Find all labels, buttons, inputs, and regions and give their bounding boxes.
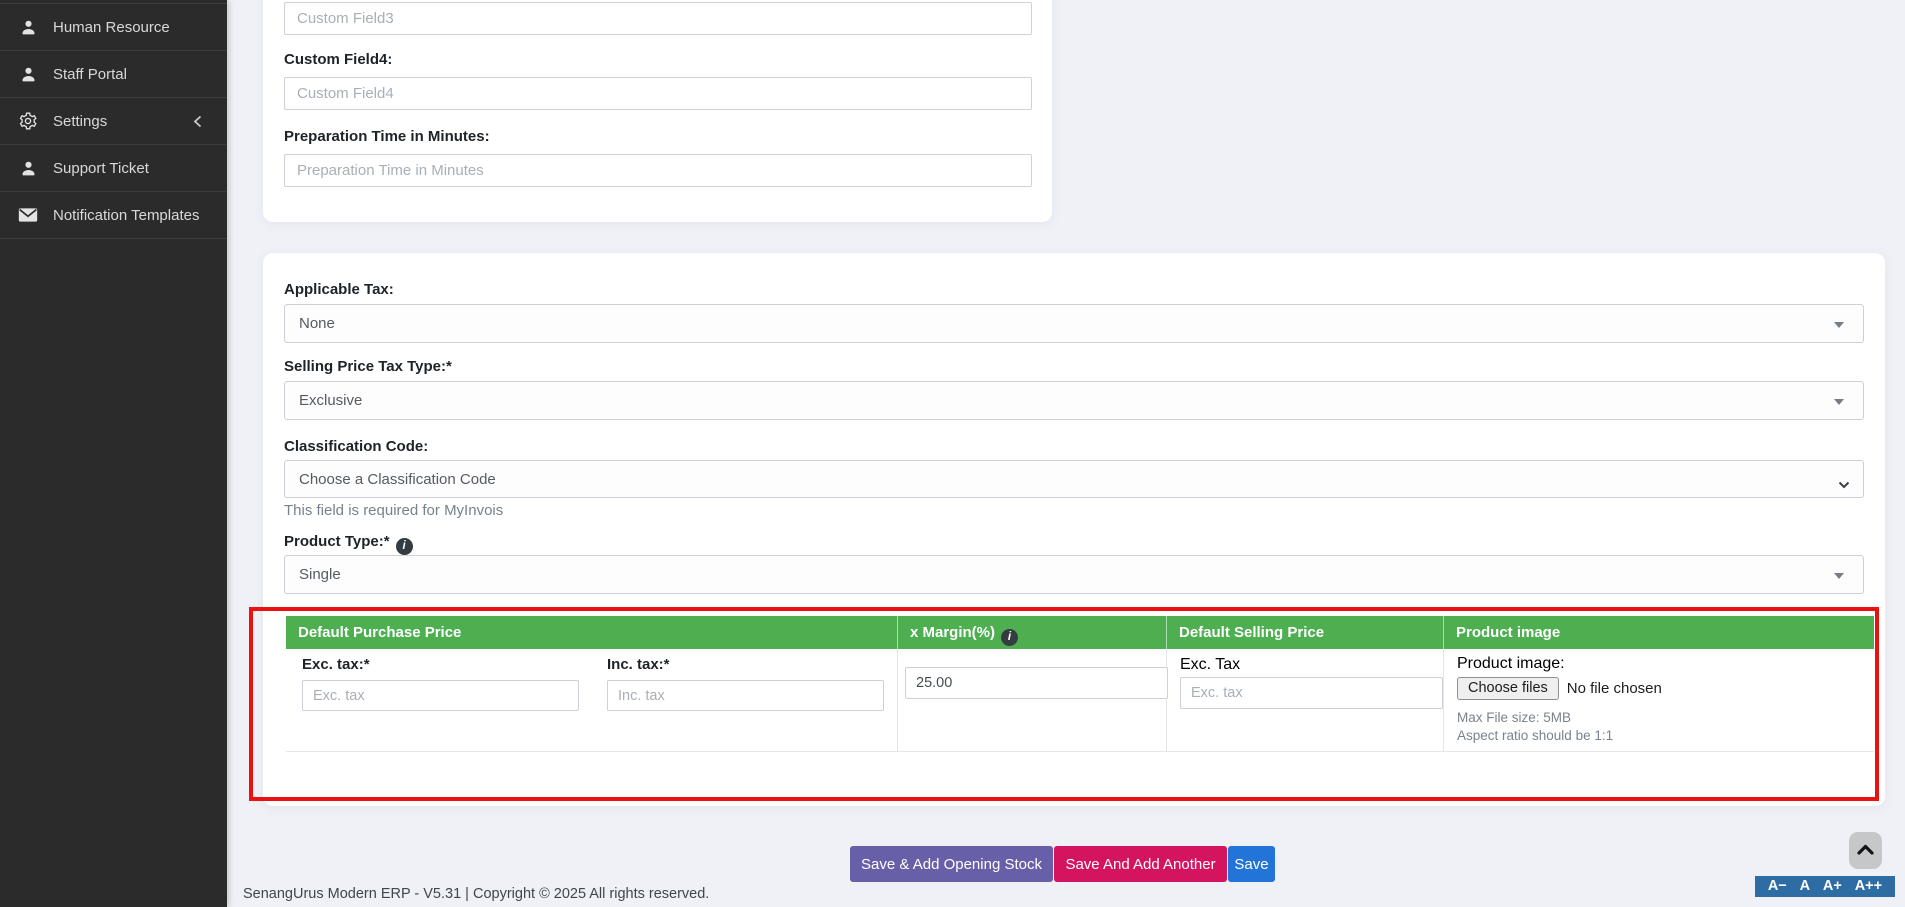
chevron-up-icon xyxy=(1857,843,1874,858)
product-type-label-text: Product Type:* xyxy=(284,533,390,550)
header-default-selling-price: Default Selling Price xyxy=(1167,616,1444,649)
custom-fields-card: Custom Field4: Preparation Time in Minut… xyxy=(263,0,1052,222)
selling-price-tax-type-select[interactable]: Exclusive xyxy=(284,381,1864,420)
header-margin-text: x Margin(%) xyxy=(910,624,995,641)
applicable-tax-label: Applicable Tax: xyxy=(284,281,394,298)
pricing-table-row: Exc. tax:* Inc. tax:* Exc. Tax xyxy=(286,649,1874,752)
purchase-exc-tax-label: Exc. tax:* xyxy=(302,656,579,673)
save-add-opening-stock-button[interactable]: Save & Add Opening Stock xyxy=(850,846,1053,882)
font-size-controls: A− A A+ A++ xyxy=(1755,876,1895,897)
classification-code-value: Choose a Classification Code xyxy=(299,471,496,488)
tax-pricing-card: Applicable Tax: None Selling Price Tax T… xyxy=(263,253,1885,806)
sidebar: Human Resource Staff Portal Settings Sup… xyxy=(0,0,227,907)
sidebar-item-label: Notification Templates xyxy=(53,207,199,224)
margin-cell xyxy=(898,649,1167,751)
envelope-icon xyxy=(18,205,38,225)
custom-field4-input[interactable] xyxy=(284,77,1032,110)
preparation-time-label: Preparation Time in Minutes: xyxy=(284,128,490,145)
save-and-add-another-button[interactable]: Save And Add Another xyxy=(1054,846,1227,882)
custom-field4-label: Custom Field4: xyxy=(284,51,392,68)
product-image-cell: Product image: Choose files No file chos… xyxy=(1444,649,1874,751)
selling-exc-tax-input[interactable] xyxy=(1180,677,1443,709)
sidebar-item-label: Settings xyxy=(53,113,107,130)
product-type-label: Product Type:* i xyxy=(284,533,413,555)
file-size-note: Max File size: 5MB xyxy=(1457,710,1571,725)
selling-exc-tax-label: Exc. Tax xyxy=(1180,656,1240,674)
chevron-down-icon xyxy=(1838,476,1850,493)
applicable-tax-value: None xyxy=(299,315,335,332)
sidebar-item-label: Support Ticket xyxy=(53,160,149,177)
applicable-tax-select[interactable]: None xyxy=(284,304,1864,343)
purchase-price-cell: Exc. tax:* Inc. tax:* xyxy=(286,649,898,751)
aspect-ratio-note: Aspect ratio should be 1:1 xyxy=(1457,728,1613,743)
sidebar-item-support-ticket[interactable]: Support Ticket xyxy=(0,145,227,192)
dropdown-arrow-icon xyxy=(1834,399,1844,405)
gear-icon xyxy=(18,111,38,131)
selling-price-tax-type-label: Selling Price Tax Type:* xyxy=(284,358,452,375)
purchase-inc-tax-group: Inc. tax:* xyxy=(607,656,884,711)
header-default-purchase-price: Default Purchase Price xyxy=(286,616,898,649)
sidebar-item-human-resource[interactable]: Human Resource xyxy=(0,4,227,51)
person-icon xyxy=(18,158,38,178)
sidebar-item-settings[interactable]: Settings xyxy=(0,98,227,145)
font-size-increase-button[interactable]: A+ xyxy=(1823,876,1842,897)
classification-code-label: Classification Code: xyxy=(284,438,428,455)
purchase-exc-tax-input[interactable] xyxy=(302,680,579,711)
header-margin: x Margin(%) i xyxy=(898,616,1167,649)
selling-price-cell: Exc. Tax xyxy=(1167,649,1444,751)
choose-files-button[interactable]: Choose files xyxy=(1457,677,1559,700)
classification-code-select[interactable]: Choose a Classification Code xyxy=(284,460,1864,498)
sidebar-menu: Human Resource Staff Portal Settings Sup… xyxy=(0,3,227,239)
no-file-chosen-text: No file chosen xyxy=(1567,680,1662,697)
product-image-file-input: Choose files No file chosen xyxy=(1457,677,1662,700)
info-icon[interactable]: i xyxy=(1001,629,1018,646)
purchase-inc-tax-label: Inc. tax:* xyxy=(607,656,884,673)
font-size-normal-button[interactable]: A xyxy=(1800,876,1810,897)
dropdown-arrow-icon xyxy=(1834,573,1844,579)
product-type-select[interactable]: Single xyxy=(284,555,1864,594)
save-button[interactable]: Save xyxy=(1228,846,1275,882)
sidebar-item-notification-templates[interactable]: Notification Templates xyxy=(0,192,227,239)
margin-input[interactable] xyxy=(905,667,1168,699)
preparation-time-input[interactable] xyxy=(284,154,1032,187)
footer-copyright: SenangUrus Modern ERP - V5.31 | Copyrigh… xyxy=(243,886,709,902)
info-icon[interactable]: i xyxy=(396,538,413,555)
custom-field3-input[interactable] xyxy=(284,2,1032,35)
sidebar-item-label: Staff Portal xyxy=(53,66,127,83)
classification-code-help: This field is required for MyInvois xyxy=(284,502,503,519)
scroll-to-top-button[interactable] xyxy=(1849,832,1882,869)
page: { "sidebar": { "items": [ { "label": "Hu… xyxy=(0,0,1905,907)
header-product-image: Product image xyxy=(1444,616,1874,649)
person-icon xyxy=(18,64,38,84)
dropdown-arrow-icon xyxy=(1834,322,1844,328)
product-image-label: Product image: xyxy=(1457,655,1565,673)
font-size-decrease-button[interactable]: A− xyxy=(1768,876,1787,897)
pricing-highlight-box: Default Purchase Price x Margin(%) i Defa… xyxy=(249,607,1879,801)
sidebar-item-staff-portal[interactable]: Staff Portal xyxy=(0,51,227,98)
purchase-exc-tax-group: Exc. tax:* xyxy=(302,656,579,711)
font-size-increase-more-button[interactable]: A++ xyxy=(1855,876,1882,897)
pricing-table: Default Purchase Price x Margin(%) i Defa… xyxy=(286,616,1874,752)
person-icon xyxy=(18,17,38,37)
sidebar-item-label: Human Resource xyxy=(53,19,170,36)
product-type-value: Single xyxy=(299,566,341,583)
selling-price-tax-type-value: Exclusive xyxy=(299,392,362,409)
pricing-table-header: Default Purchase Price x Margin(%) i Defa… xyxy=(286,616,1874,649)
chevron-left-icon xyxy=(193,115,202,133)
purchase-inc-tax-input[interactable] xyxy=(607,680,884,711)
